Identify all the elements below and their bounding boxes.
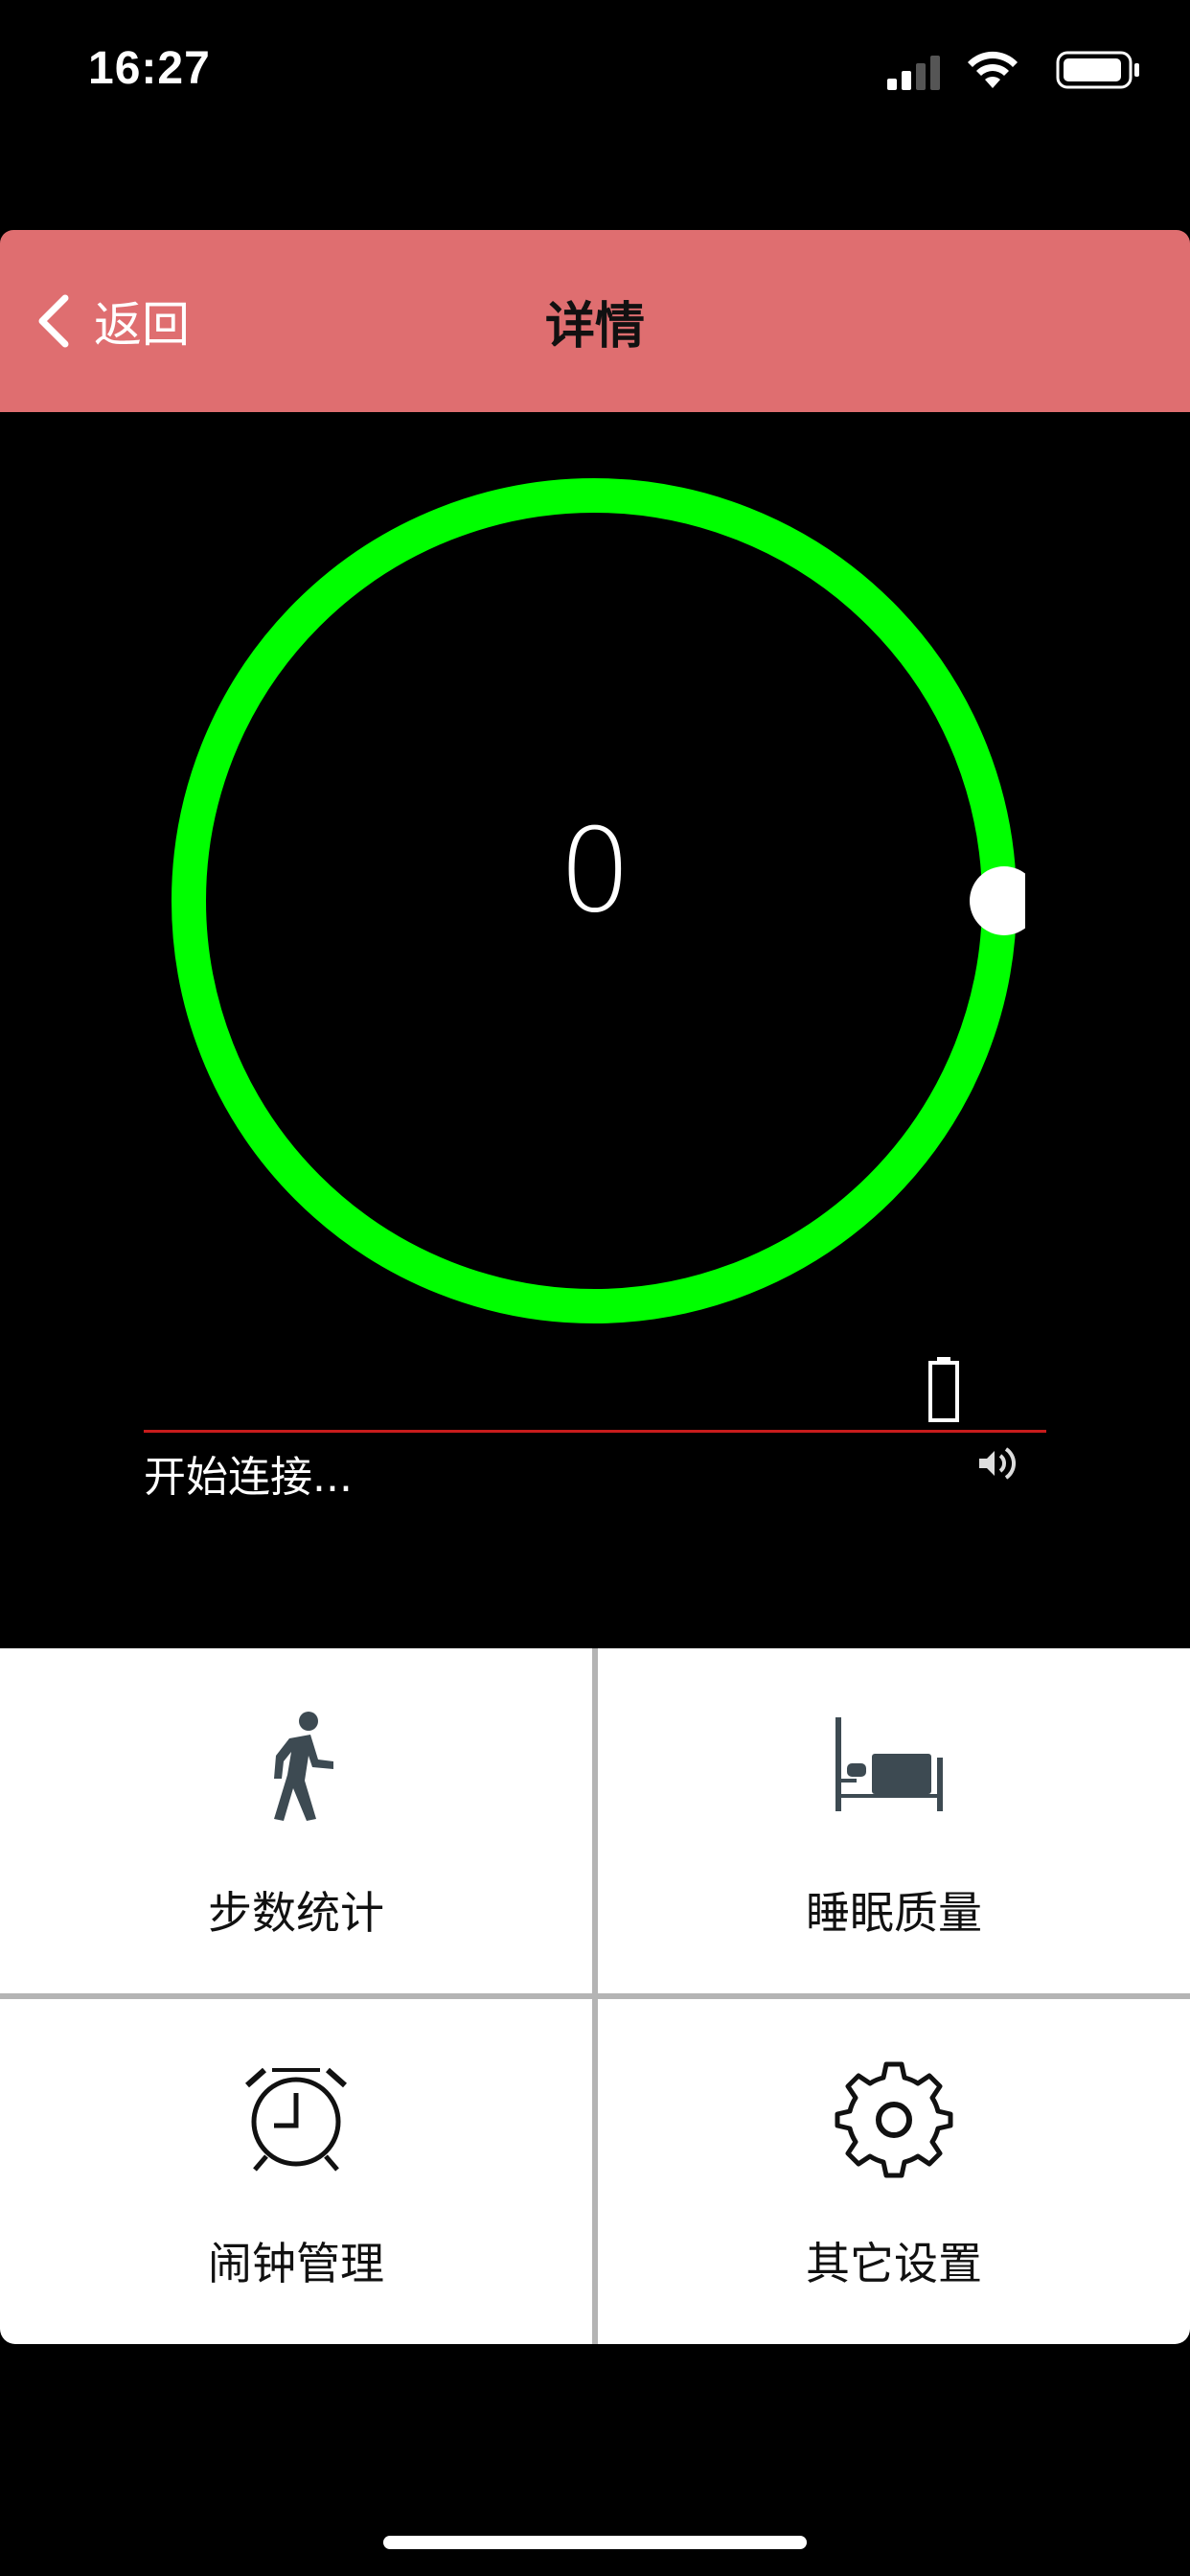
menu-item-step-stats[interactable]: 步数统计 [0, 1648, 592, 1993]
step-count-value: 0 [558, 805, 632, 938]
page-title: 详情 [544, 297, 645, 356]
wifi-icon [968, 51, 1018, 88]
menu-item-label: 其它设置 [806, 2238, 982, 2289]
menu-item-label: 闹钟管理 [208, 2238, 384, 2289]
menu-item-label: 睡眠质量 [806, 1887, 982, 1939]
gear-icon [835, 2061, 953, 2178]
cellular-signal-icon [887, 56, 940, 90]
divider-line [144, 1430, 1046, 1433]
connection-status: 开始连接... [144, 1453, 353, 1502]
menu-item-sleep-quality[interactable]: 睡眠质量 [598, 1648, 1190, 1993]
nav-bar: 返回 详情 [0, 230, 1190, 412]
feature-grid: 步数统计 睡眠质量 闹钟管理 其它设置 [0, 1648, 1190, 2344]
menu-item-label: 步数统计 [208, 1887, 384, 1939]
status-icons [855, 50, 1142, 92]
alarm-clock-icon [245, 2067, 347, 2172]
signal-strength-icon [979, 1447, 1016, 1480]
battery-status-icon [1056, 51, 1139, 89]
status-bar: 16:27 [0, 0, 1190, 144]
menu-item-other-settings[interactable]: 其它设置 [598, 1999, 1190, 2344]
bed-icon [835, 1717, 943, 1811]
home-indicator[interactable] [383, 2536, 807, 2549]
walking-person-icon [274, 1712, 333, 1821]
step-ring-panel: 0 开始连接... [0, 412, 1190, 1648]
device-battery-icon [928, 1357, 959, 1422]
menu-item-alarm-management[interactable]: 闹钟管理 [0, 1999, 592, 2344]
status-time: 16:27 [88, 43, 211, 94]
